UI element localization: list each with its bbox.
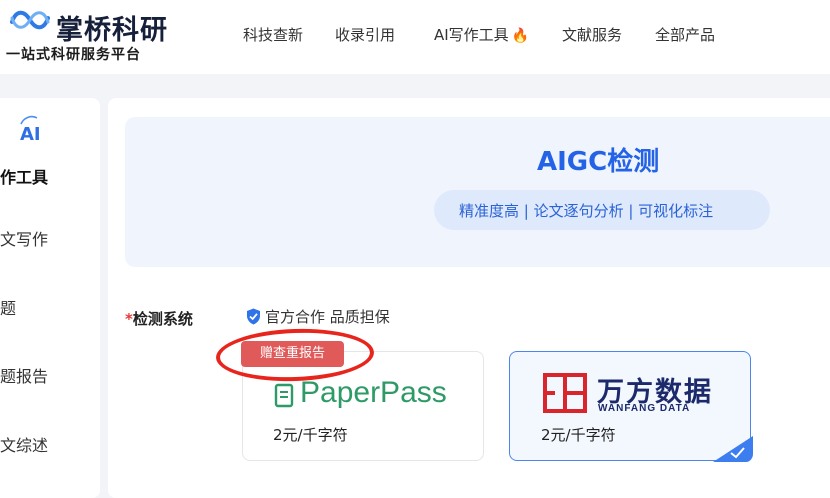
page-title: AIGC检测 <box>537 147 660 177</box>
wanfang-logo-sub: WANFANG DATA <box>598 403 691 414</box>
brand-slogan: 一站式科研服务平台 <box>6 47 141 63</box>
brand-logo-icon[interactable] <box>10 8 50 32</box>
document-icon <box>274 383 294 408</box>
sidebar-item-proposal[interactable]: 题报告 <box>0 363 48 387</box>
sidebar-item-paper-writing[interactable]: 文写作 <box>0 226 48 250</box>
paperpass-logo: PaperPass <box>300 376 447 409</box>
nav-item-ai-writing[interactable]: AI写作工具 🔥 <box>434 24 529 45</box>
wanfang-price: 2元/千字符 <box>541 426 616 444</box>
shield-check-icon <box>247 308 260 325</box>
detection-system-label: *检测系统 <box>125 308 193 329</box>
nav-item-all-products[interactable]: 全部产品 <box>655 24 715 45</box>
hero-features: 精准度高 | 论文逐句分析 | 可视化标注 <box>459 202 714 220</box>
sidebar-item-topic[interactable]: 题 <box>0 295 16 319</box>
sidebar-ai-label: AI <box>20 124 41 145</box>
nav-item-tech-novelty[interactable]: 科技查新 <box>243 24 303 45</box>
fire-icon: 🔥 <box>511 28 530 44</box>
official-guarantee: 官方合作 品质担保 <box>246 306 390 327</box>
sidebar-section-title: 作工具 <box>0 168 49 187</box>
nav-item-citation[interactable]: 收录引用 <box>335 24 395 45</box>
nav-item-ai-writing-label: AI写作工具 <box>434 26 509 44</box>
official-guarantee-text: 官方合作 品质担保 <box>265 308 390 326</box>
selected-check-icon <box>713 436 753 462</box>
brand-name[interactable]: 掌桥科研 <box>56 8 168 47</box>
sidebar-item-review[interactable]: 文综述 <box>0 432 48 456</box>
wanfang-logo-icon <box>543 373 587 413</box>
paperpass-price: 2元/千字符 <box>273 426 348 444</box>
nav-item-literature[interactable]: 文献服务 <box>562 24 622 45</box>
detection-system-label-text: 检测系统 <box>132 310 193 328</box>
required-mark: * <box>125 310 133 328</box>
